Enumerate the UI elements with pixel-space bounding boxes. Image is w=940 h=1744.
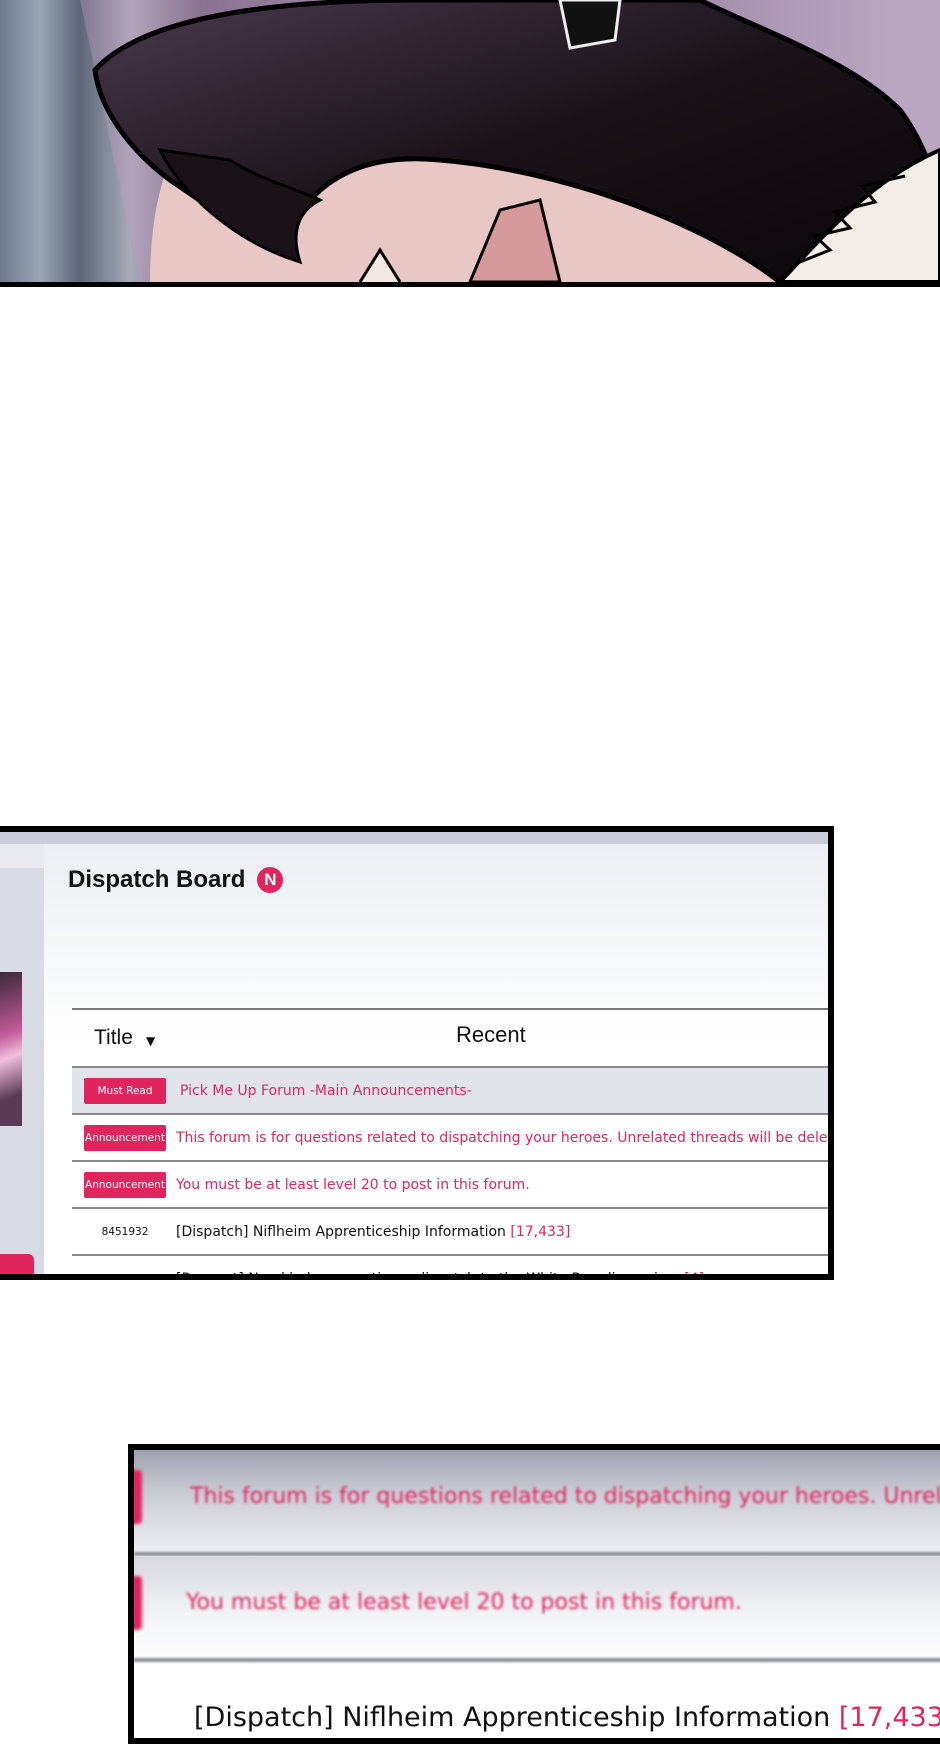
announcement-badge: Announcement xyxy=(84,1125,166,1151)
thread-title-link[interactable]: [Request] Need help requesting a dispatc… xyxy=(176,1270,705,1280)
must-read-badge: Must Read xyxy=(84,1078,166,1104)
zoom-reply-count: [17,433] xyxy=(838,1702,940,1733)
table-row-announcement[interactable]: Announcement This forum is for questions… xyxy=(72,1113,828,1160)
table-row[interactable]: 8451932 [Dispatch] Niflheim Apprenticesh… xyxy=(72,1207,828,1254)
thread-title-link[interactable]: You must be at least level 20 to post in… xyxy=(176,1177,530,1193)
zoom-panel: This forum is for questions related to d… xyxy=(128,1444,940,1744)
sidebar xyxy=(0,868,45,1274)
column-header-title[interactable]: Title xyxy=(94,1026,133,1050)
zoom-thread-title-text: [Dispatch] Niflheim Apprenticeship Infor… xyxy=(194,1702,831,1733)
witch-hat-illustration xyxy=(80,0,940,282)
reply-count: [4] xyxy=(684,1270,705,1280)
window-top-bar xyxy=(0,832,828,844)
thread-title-text: [Dispatch] Niflheim Apprenticeship Infor… xyxy=(176,1223,506,1240)
sort-down-icon[interactable]: ▼ xyxy=(146,1034,155,1048)
sidebar-thumbnail-image[interactable] xyxy=(0,972,22,1126)
announcement-badge: Announcement xyxy=(84,1172,166,1198)
announcement-badge-blurred xyxy=(134,1470,142,1524)
page-title: Dispatch Board xyxy=(68,866,246,893)
thread-title-link[interactable]: This forum is for questions related to d… xyxy=(176,1130,828,1146)
post-number: 8451931 xyxy=(101,1272,149,1280)
illustration-panel xyxy=(0,0,940,287)
thread-title-link[interactable]: [Dispatch] Niflheim Apprenticeship Infor… xyxy=(176,1224,570,1240)
post-number: 8451932 xyxy=(101,1225,149,1238)
table-row-announcement[interactable]: Announcement You must be at least level … xyxy=(72,1160,828,1207)
zoom-divider xyxy=(134,1658,940,1662)
sidebar-button[interactable] xyxy=(0,1254,34,1274)
zoom-announcement-text: This forum is for questions related to d… xyxy=(190,1484,940,1509)
table-row[interactable]: 8451931 [Request] Need help requesting a… xyxy=(72,1254,828,1280)
zoom-row-announcement: This forum is for questions related to d… xyxy=(134,1450,940,1554)
thread-table: Title ▼ Recent Must Read Pick Me Up Foru… xyxy=(72,1008,828,1280)
table-header: Title ▼ Recent xyxy=(72,1008,828,1066)
thread-title-link[interactable]: Pick Me Up Forum -Main Announcements- xyxy=(180,1083,472,1099)
thread-title-text: [Request] Need help requesting a dispatc… xyxy=(176,1270,680,1280)
board-main: Dispatch Board N Title ▼ Recent Must Rea… xyxy=(44,844,828,1274)
new-badge: N xyxy=(257,867,284,893)
board-header: Dispatch Board N xyxy=(68,866,284,894)
zoom-announcement-text: You must be at least level 20 to post in… xyxy=(186,1590,742,1615)
forum-window: Dispatch Board N Title ▼ Recent Must Rea… xyxy=(0,826,834,1280)
table-row-must-read[interactable]: Must Read Pick Me Up Forum -Main Announc… xyxy=(72,1066,828,1113)
reply-count: [17,433] xyxy=(510,1223,571,1240)
column-header-recent[interactable]: Recent xyxy=(456,1022,526,1048)
zoom-row-announcement: You must be at least level 20 to post in… xyxy=(134,1556,940,1660)
announcement-badge-blurred xyxy=(134,1576,142,1630)
zoom-thread-title: [Dispatch] Niflheim Apprenticeship Infor… xyxy=(194,1702,940,1733)
